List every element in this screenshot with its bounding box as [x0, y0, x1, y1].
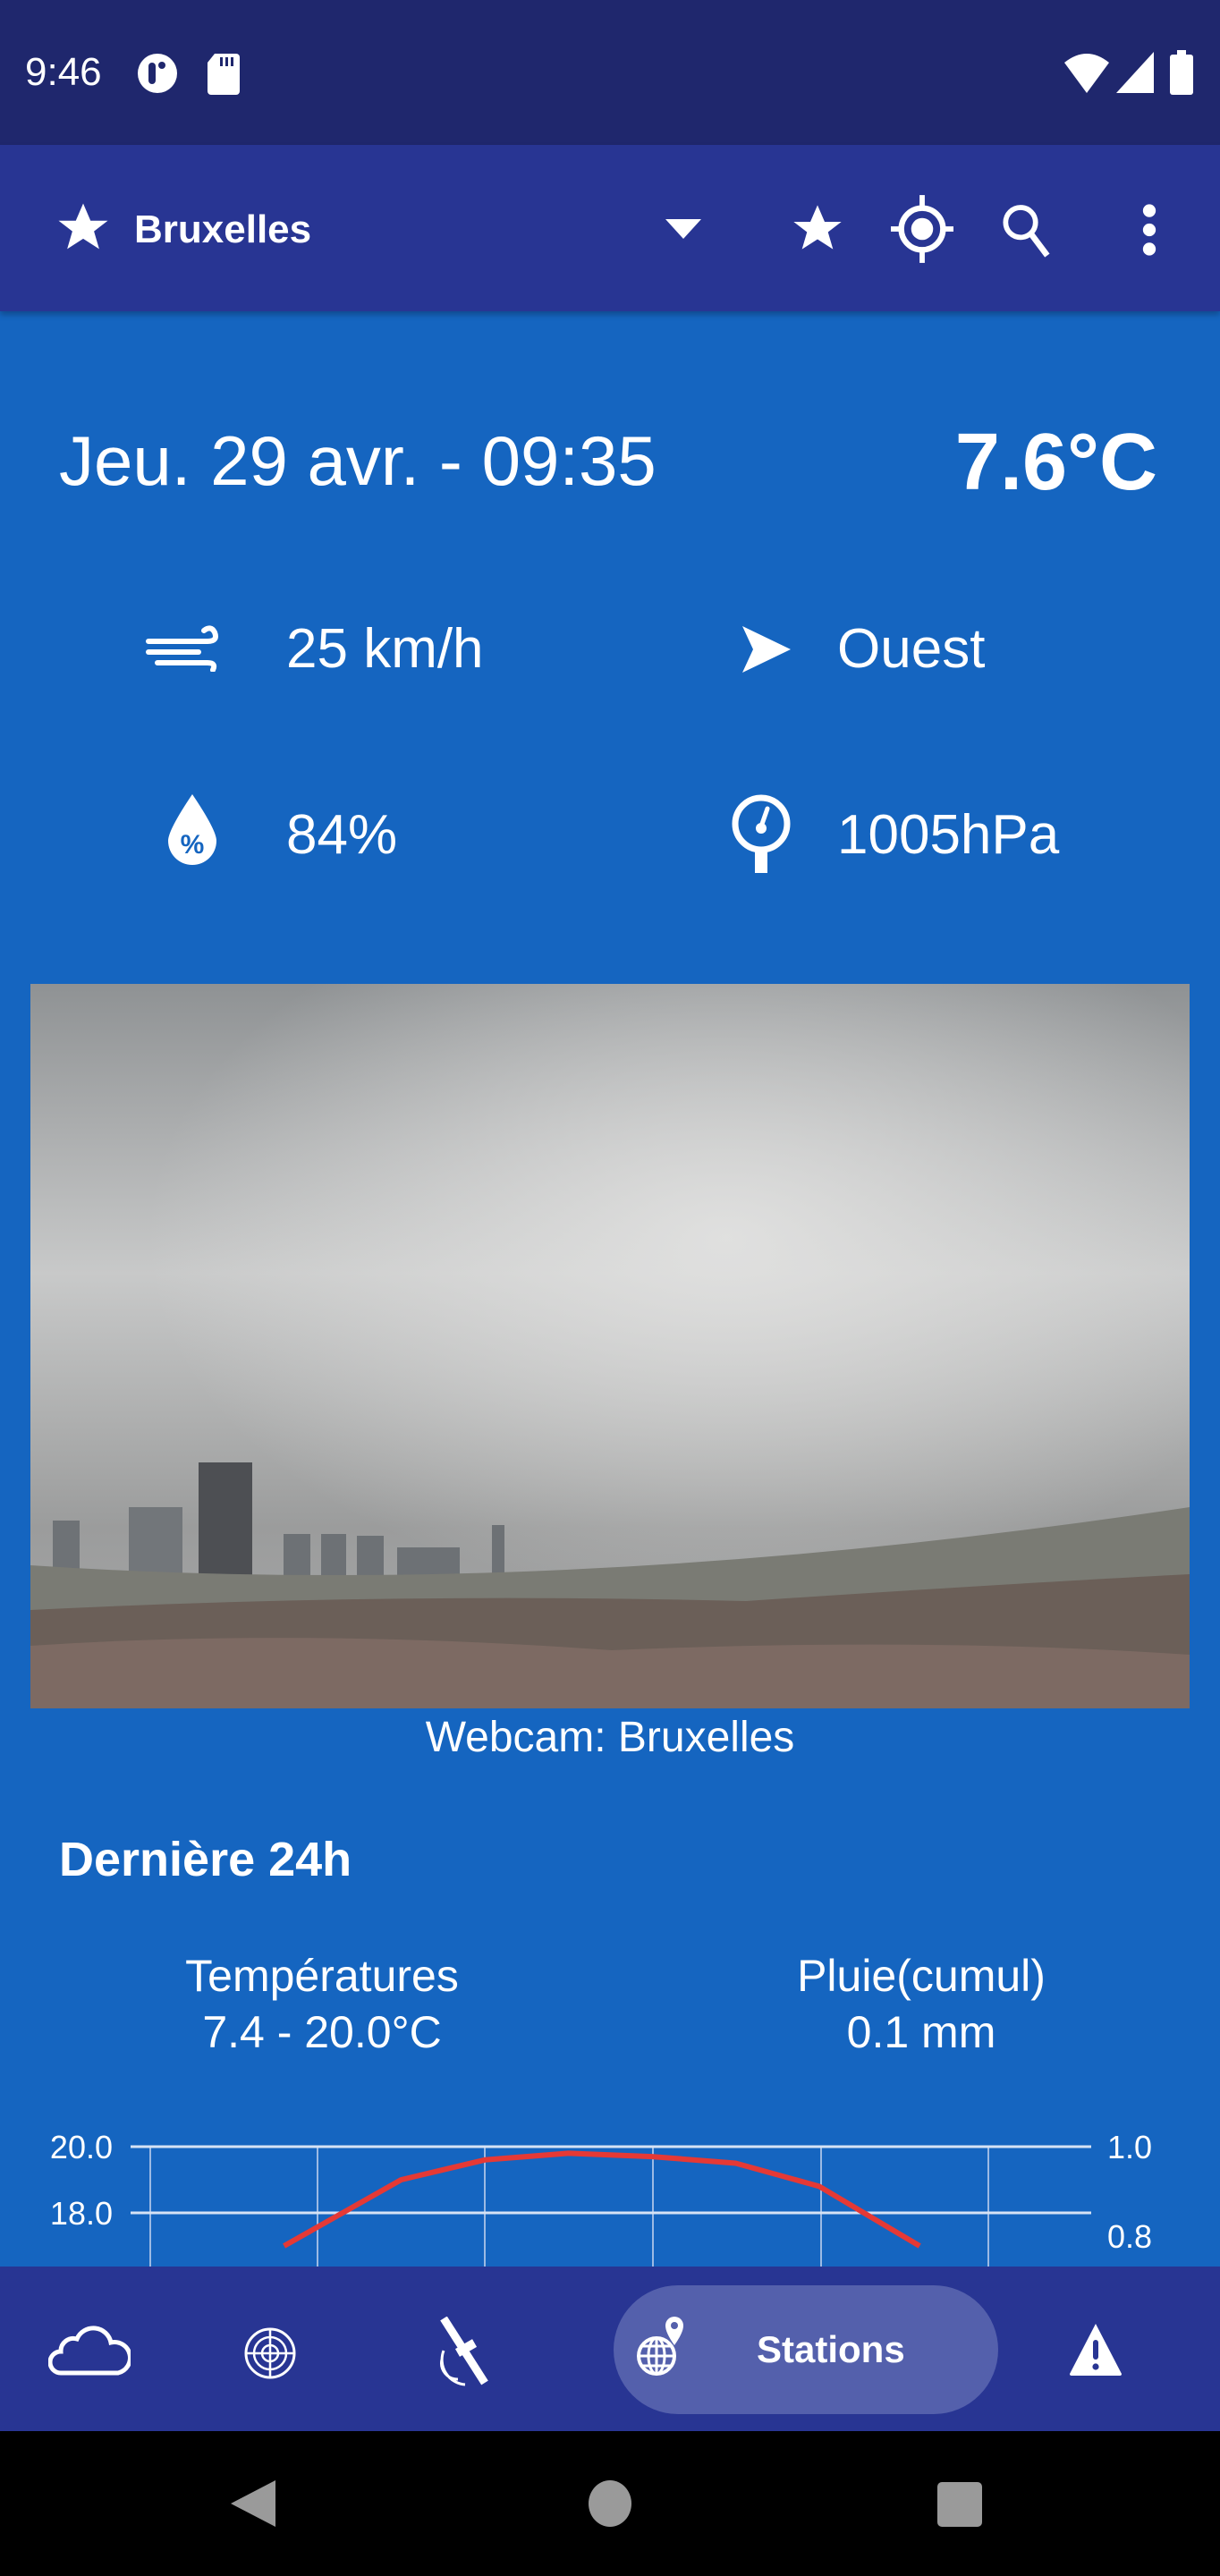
bottom-navigation	[0, 2267, 1220, 2431]
search-icon[interactable]	[1000, 202, 1052, 258]
location-selector[interactable]: Bruxelles	[134, 208, 311, 252]
my-location-icon[interactable]	[891, 195, 953, 263]
battery-icon	[1170, 50, 1193, 95]
chart-left-tick-label: 18.0	[50, 2195, 113, 2232]
svg-text:%: %	[181, 830, 205, 860]
chart-right-tick-label: 1.0	[1107, 2129, 1152, 2165]
globe-pin-icon	[637, 2317, 683, 2376]
chart-right-tick-label: 0.8	[1107, 2218, 1152, 2255]
home-button[interactable]	[589, 2480, 631, 2527]
wind-direction: Ouest	[837, 618, 986, 680]
webcam-image[interactable]	[30, 984, 1190, 1708]
app-notification-icon	[138, 54, 177, 93]
humidity-value: 84%	[286, 804, 398, 866]
sd-card-icon	[208, 54, 240, 95]
chart-left-tick-label: 20.0	[50, 2129, 113, 2165]
pressure-gauge-icon	[732, 794, 791, 873]
temps-range: 7.4 - 20.0°C	[202, 2007, 442, 2057]
recents-button[interactable]	[937, 2482, 982, 2527]
back-button[interactable]	[231, 2480, 275, 2527]
wind-icon	[146, 625, 218, 672]
radar-icon[interactable]	[243, 2326, 297, 2381]
webcam-scene	[30, 984, 1190, 1708]
rain-value: 0.1 mm	[846, 2007, 996, 2057]
pressure-value: 1005hPa	[837, 804, 1060, 866]
webcam-caption: Webcam: Bruxelles	[425, 1714, 795, 1761]
more-vert-icon[interactable]	[1136, 202, 1163, 258]
dropdown-arrow-icon[interactable]	[665, 219, 701, 239]
warning-icon[interactable]	[1068, 2322, 1123, 2377]
humidity-icon: %	[168, 794, 216, 865]
temps-label: Températures	[185, 1951, 459, 2001]
last24-title: Dernière 24h	[59, 1833, 352, 1886]
observation-datetime: Jeu. 29 avr. - 09:35	[59, 421, 657, 500]
rain-label: Pluie(cumul)	[797, 1951, 1046, 2001]
wifi-icon	[1064, 54, 1109, 93]
status-time: 9:46	[25, 50, 102, 94]
nav-stations-label: Stations	[757, 2328, 905, 2370]
current-temperature: 7.6°C	[954, 418, 1157, 507]
star-icon	[58, 203, 108, 250]
wind-direction-icon	[742, 626, 791, 673]
chart-series-temperature-line	[283, 2150, 921, 2249]
favorite-star-icon[interactable]	[789, 200, 846, 258]
status-bar	[0, 0, 1220, 145]
temperature-rain-chart: 20.0 18.0 1.0 0.8	[50, 2129, 1152, 2267]
satellite-icon[interactable]	[436, 2317, 490, 2388]
wind-speed: 25 km/h	[286, 618, 484, 680]
cell-signal-icon	[1116, 52, 1154, 93]
cloud-icon[interactable]	[48, 2321, 131, 2377]
